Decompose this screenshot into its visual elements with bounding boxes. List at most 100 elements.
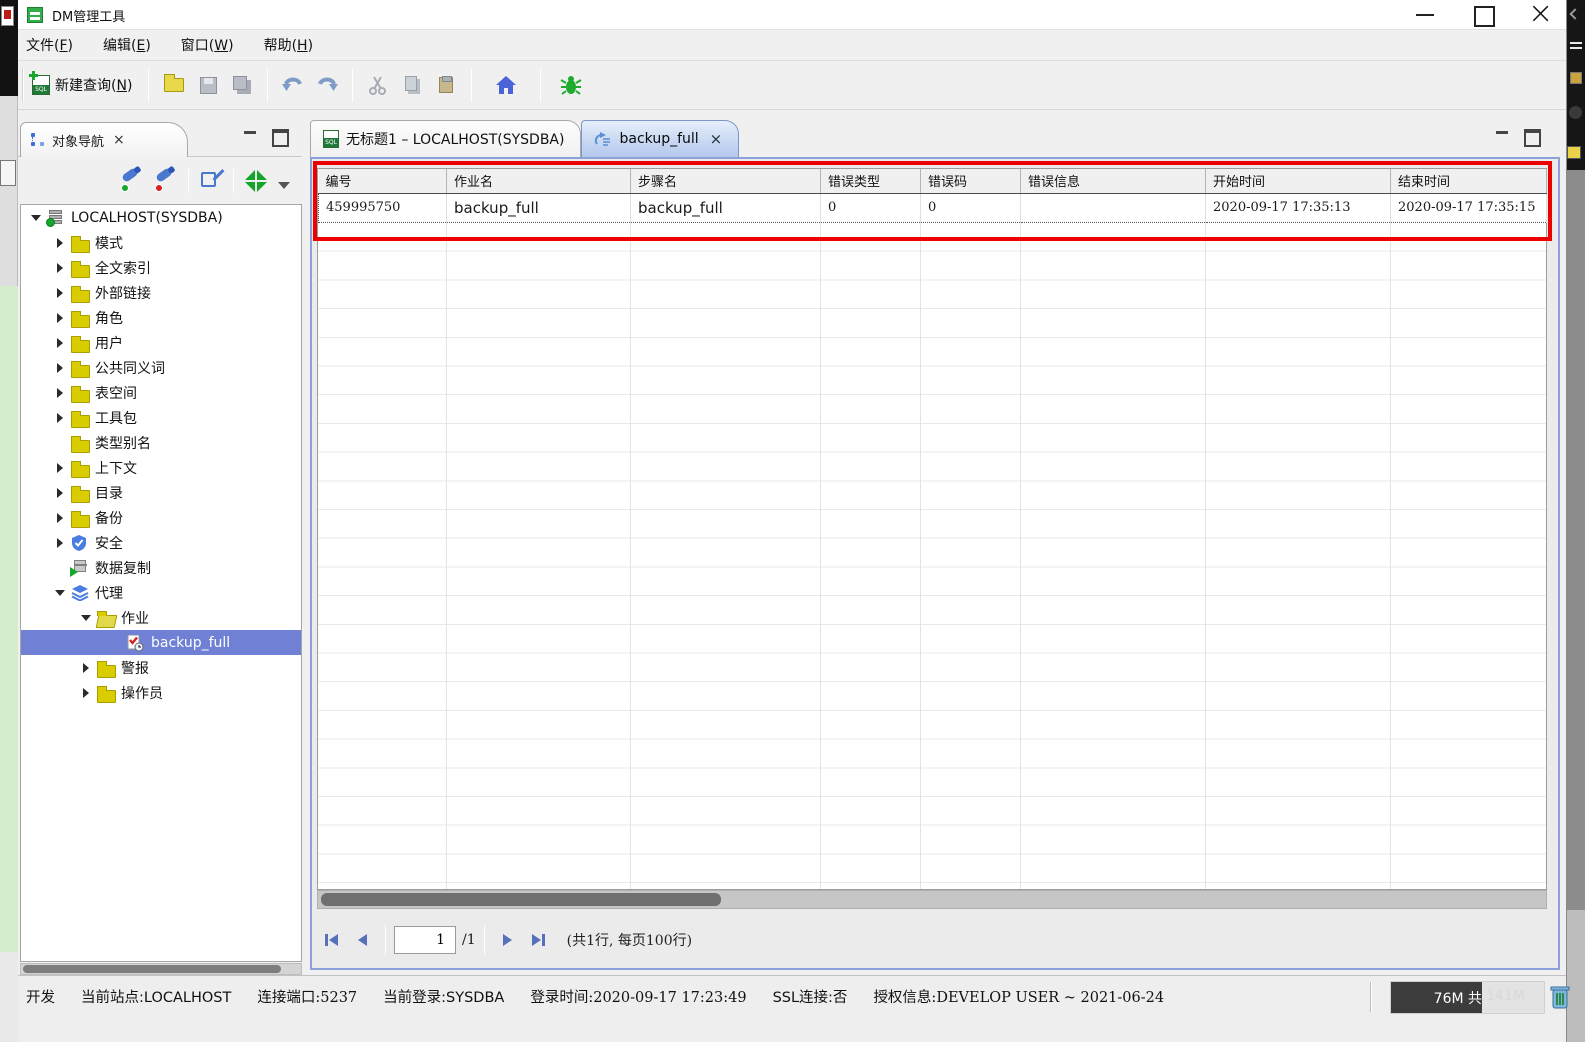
menu-window[interactable]: 窗口(W) [181, 35, 234, 55]
menu-help[interactable]: 帮助(H) [264, 35, 313, 55]
collapse-all-button[interactable] [244, 169, 268, 193]
main-toolbar: SQL 新建查询(N) [18, 61, 1566, 110]
tree-item-schemas[interactable]: 模式 [21, 230, 301, 255]
object-navigator-title: 对象导航 [52, 131, 104, 150]
last-page-button[interactable] [523, 925, 553, 955]
close-panel-icon[interactable]: × [113, 132, 125, 148]
tree-item-users[interactable]: 用户 [21, 330, 301, 355]
folder-icon [97, 660, 115, 676]
grid-horizontal-scrollbar[interactable] [317, 890, 1547, 909]
status-login-time: 登录时间:2020-09-17 17:23:49 [530, 986, 746, 1007]
tree-item-toolkits[interactable]: 工具包 [21, 405, 301, 430]
new-query-button[interactable]: SQL 新建查询(N) [24, 70, 140, 100]
garbage-collect-button[interactable] [1550, 984, 1570, 1010]
panel-maximize-button[interactable] [270, 128, 288, 144]
row-count-info: (共1行, 每页100行) [567, 930, 692, 950]
previous-page-button[interactable] [347, 925, 377, 955]
sql-doc-icon: SQL [323, 130, 339, 148]
window-close-button[interactable] [1518, 0, 1562, 29]
page-total-label: /1 [462, 932, 476, 948]
home-button[interactable] [494, 73, 518, 97]
connect-button[interactable] [120, 169, 144, 193]
empty-grid-rows [318, 223, 1546, 889]
col-start-time[interactable]: 开始时间 [1206, 169, 1391, 193]
save-button[interactable] [196, 73, 220, 97]
tree-item-backups[interactable]: 备份 [21, 505, 301, 530]
job-history-grid: 编号 作业名 步骤名 错误类型 错误码 错误信息 开始时间 结束时间 45999… [317, 168, 1547, 890]
status-port: 连接端口:5237 [257, 986, 357, 1007]
status-ssl: SSL连接:否 [773, 986, 848, 1007]
col-end-time[interactable]: 结束时间 [1391, 169, 1547, 193]
navigator-icon [31, 133, 45, 147]
col-error-info[interactable]: 错误信息 [1021, 169, 1206, 193]
editor-area: SQL 无标题1 – LOCALHOST(SYSDBA) backup_full… [308, 118, 1562, 975]
tree-item-data-replication[interactable]: 数据复制 [21, 555, 301, 580]
job-steps-icon [594, 131, 612, 147]
sql-new-query-icon: SQL [32, 75, 50, 95]
folder-icon [71, 335, 89, 351]
tab-object-navigator[interactable]: 对象导航 × [20, 122, 188, 157]
copy-icon [405, 76, 417, 91]
tree-item-security[interactable]: 安全 [21, 530, 301, 555]
tree-item-contexts[interactable]: 上下文 [21, 455, 301, 480]
folder-icon [71, 260, 89, 276]
cut-button[interactable] [366, 73, 390, 97]
paste-button[interactable] [434, 73, 458, 97]
menu-file[interactable]: 文件(F) [26, 35, 73, 55]
close-tab-icon[interactable]: × [710, 130, 723, 148]
col-error-type[interactable]: 错误类型 [821, 169, 921, 193]
tree-item-public-synonyms[interactable]: 公共同义词 [21, 355, 301, 380]
undo-button[interactable] [281, 73, 305, 97]
redo-icon [316, 75, 338, 95]
editor-minimize-button[interactable] [1494, 128, 1512, 144]
col-job-name[interactable]: 作业名 [447, 169, 631, 193]
debug-button[interactable] [559, 73, 583, 97]
save-all-button[interactable] [230, 73, 254, 97]
desktop-edge-left [0, 0, 18, 1042]
window-maximize-button[interactable] [1462, 0, 1506, 29]
folder-icon [71, 235, 89, 251]
replication-icon [71, 560, 89, 576]
menu-edit[interactable]: 编辑(E) [103, 35, 151, 55]
folder-icon [71, 510, 89, 526]
layers-icon [71, 585, 89, 601]
col-step-name[interactable]: 步骤名 [631, 169, 821, 193]
server-icon [47, 210, 65, 226]
tree-item-alerts[interactable]: 警报 [21, 655, 301, 680]
tree-item-backup-full[interactable]: backup_full [21, 630, 301, 655]
copy-button[interactable] [400, 73, 424, 97]
tree-item-localhost[interactable]: LOCALHOST(SYSDBA) [21, 205, 301, 230]
status-login: 当前登录:SYSDBA [383, 986, 504, 1007]
menu-bar: 文件(F) 编辑(E) 窗口(W) 帮助(H) [18, 30, 1566, 61]
open-file-button[interactable] [162, 73, 186, 97]
tree-item-roles[interactable]: 角色 [21, 305, 301, 330]
tab-untitled-query[interactable]: SQL 无标题1 – LOCALHOST(SYSDBA) [310, 120, 581, 157]
first-page-button[interactable] [317, 925, 347, 955]
editor-maximize-button[interactable] [1522, 128, 1540, 144]
tree-item-agent[interactable]: 代理 [21, 580, 301, 605]
tree-item-tablespaces[interactable]: 表空间 [21, 380, 301, 405]
memory-total: 141M [1486, 988, 1525, 1004]
view-menu-button[interactable] [278, 182, 290, 189]
tree-item-type-alias[interactable]: 类型别名 [21, 430, 301, 455]
page-number-input[interactable] [394, 926, 456, 954]
tree-item-directories[interactable]: 目录 [21, 480, 301, 505]
redo-button[interactable] [315, 73, 339, 97]
open-folder-icon [164, 78, 184, 92]
tree-item-jobs[interactable]: 作业 [21, 605, 301, 630]
window-minimize-button[interactable] [1404, 0, 1448, 29]
navigator-horizontal-scrollbar[interactable] [20, 963, 302, 975]
tree-item-operators[interactable]: 操作员 [21, 680, 301, 705]
col-id[interactable]: 编号 [319, 169, 447, 193]
tree-item-external-links[interactable]: 外部链接 [21, 280, 301, 305]
object-tree: LOCALHOST(SYSDBA) 模式 全文索引 外部链接 角色 用户 公共同… [20, 204, 302, 962]
panel-minimize-button[interactable] [242, 128, 260, 144]
next-page-button[interactable] [493, 925, 523, 955]
disconnect-button[interactable] [154, 169, 178, 193]
table-row[interactable]: 459995750 backup_full backup_full 0 0 20… [319, 193, 1547, 222]
tab-backup-full[interactable]: backup_full × [581, 120, 739, 157]
col-error-code[interactable]: 错误码 [921, 169, 1021, 193]
edit-connection-button[interactable] [199, 169, 223, 193]
grid-header-row: 编号 作业名 步骤名 错误类型 错误码 错误信息 开始时间 结束时间 [319, 169, 1547, 193]
tree-item-fulltext-index[interactable]: 全文索引 [21, 255, 301, 280]
